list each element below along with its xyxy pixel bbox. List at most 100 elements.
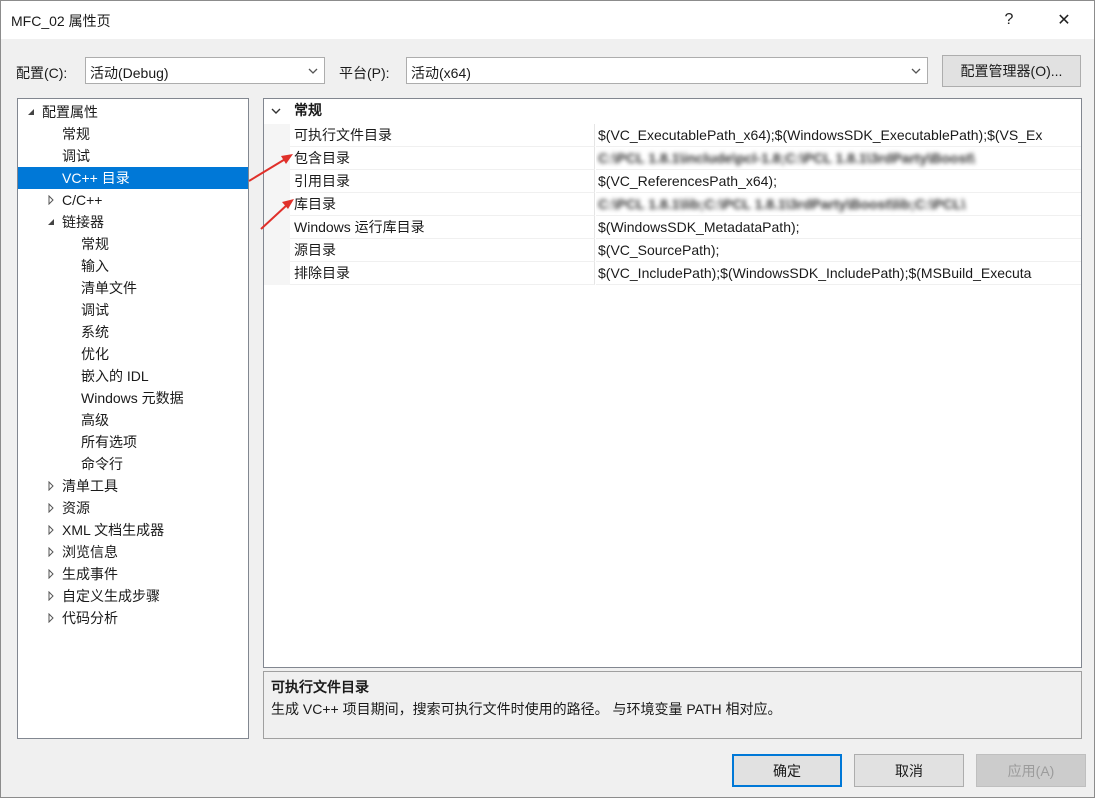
collapsed-triangle-icon[interactable] [46,481,56,491]
tree-item[interactable]: 调试 [18,299,248,321]
tree-item[interactable]: Windows 元数据 [18,387,248,409]
property-value[interactable]: $(VC_IncludePath);$(WindowsSDK_IncludePa… [596,262,1081,285]
tree-item-label: 优化 [81,346,109,362]
config-dropdown-value: 活动(Debug) [90,65,169,81]
property-name: 库目录 [290,193,595,216]
tree-item[interactable]: 链接器 [18,211,248,233]
tree-item-label: 所有选项 [81,434,137,450]
tree-item[interactable]: 所有选项 [18,431,248,453]
tree-item[interactable]: C/C++ [18,189,248,211]
tree-item[interactable]: 配置属性 [18,101,248,123]
config-manager-button[interactable]: 配置管理器(O)... [942,55,1081,87]
tree-item[interactable]: XML 文档生成器 [18,519,248,541]
tree-item[interactable]: 代码分析 [18,607,248,629]
chevron-down-icon [911,68,921,74]
tree-item[interactable]: 高级 [18,409,248,431]
tree-item-label: 浏览信息 [62,544,118,560]
config-label: 配置(C): [16,65,68,81]
expanded-triangle-icon[interactable] [46,217,56,227]
row-gutter [264,193,290,216]
tree-item[interactable]: VC++ 目录 [18,167,248,189]
tree-item-label: XML 文档生成器 [62,522,165,538]
tree-item-label: VC++ 目录 [62,170,130,186]
property-row[interactable]: 库目录 C:\PCL 1.8.1\lib;C:\PCL 1.8.1\3rdPart… [264,193,1081,216]
property-tree[interactable]: 配置属性 常规 调试 VC++ 目录 C/C++ 链接器 常规 输入 清单文件 调试 系统 优化 嵌入的… [17,98,249,739]
tree-item[interactable]: 浏览信息 [18,541,248,563]
tree-item[interactable]: 系统 [18,321,248,343]
tree-item-label: 生成事件 [62,566,118,582]
title-bar: MFC_02 属性页 ? ✕ [1,1,1094,39]
tree-item-label: 常规 [62,126,90,142]
category-label: 常规 [294,102,322,118]
close-button[interactable]: ✕ [1041,1,1087,39]
platform-label: 平台(P): [339,65,390,81]
property-row[interactable]: 包含目录 C:\PCL 1.8.1\include\pcl-1.8;C:\PCL … [264,147,1081,170]
collapsed-triangle-icon[interactable] [46,569,56,579]
property-row[interactable]: 可执行文件目录 $(VC_ExecutablePath_x64);$(Window… [264,124,1081,147]
property-name: 可执行文件目录 [290,124,595,147]
property-name: Windows 运行库目录 [290,216,595,239]
tree-item[interactable]: 清单工具 [18,475,248,497]
property-grid[interactable]: 常规 可执行文件目录 $(VC_ExecutablePath_x64);$(Win… [263,98,1082,668]
collapsed-triangle-icon[interactable] [46,195,56,205]
collapsed-triangle-icon[interactable] [46,525,56,535]
property-row[interactable]: 源目录 $(VC_SourcePath); [264,239,1081,262]
platform-dropdown-value: 活动(x64) [411,65,471,81]
tree-item-label: 系统 [81,324,109,340]
tree-item-label: Windows 元数据 [81,390,184,406]
property-pages-dialog: MFC_02 属性页 ? ✕ 配置(C): 活动(Debug) 平台(P): 活… [0,0,1095,798]
tree-item[interactable]: 自定义生成步骤 [18,585,248,607]
chevron-down-icon[interactable] [271,106,281,116]
tree-item-label: 清单文件 [81,280,137,296]
tree-item[interactable]: 生成事件 [18,563,248,585]
property-value[interactable]: $(VC_ExecutablePath_x64);$(WindowsSDK_Ex… [596,124,1081,147]
tree-item-label: C/C++ [62,192,103,208]
property-value[interactable]: $(WindowsSDK_MetadataPath); [596,216,1081,239]
tree-item[interactable]: 调试 [18,145,248,167]
tree-item-label: 高级 [81,412,109,428]
tree-item[interactable]: 嵌入的 IDL [18,365,248,387]
redacted-value: C:\PCL 1.8.1\lib;C:\PCL 1.8.1\3rdParty\B… [598,196,966,212]
tree-item[interactable]: 输入 [18,255,248,277]
property-value[interactable]: C:\PCL 1.8.1\lib;C:\PCL 1.8.1\3rdParty\B… [596,193,1081,216]
collapsed-triangle-icon[interactable] [46,613,56,623]
redacted-value: C:\PCL 1.8.1\include\pcl-1.8;C:\PCL 1.8.… [598,150,975,166]
help-button[interactable]: ? [986,1,1032,39]
property-value[interactable]: $(VC_SourcePath); [596,239,1081,262]
platform-dropdown[interactable]: 活动(x64) [406,57,928,84]
description-text: 生成 VC++ 项目期间，搜索可执行文件时使用的路径。 与环境变量 PATH 相… [271,701,782,717]
tree-item-label: 嵌入的 IDL [81,368,149,384]
collapsed-triangle-icon[interactable] [46,591,56,601]
property-row[interactable]: Windows 运行库目录 $(WindowsSDK_MetadataPath); [264,216,1081,239]
property-name: 源目录 [290,239,595,262]
collapsed-triangle-icon[interactable] [46,503,56,513]
tree-item-label: 输入 [81,258,109,274]
ok-button[interactable]: 确定 [732,754,842,787]
close-icon: ✕ [1057,12,1071,29]
tree-item[interactable]: 命令行 [18,453,248,475]
tree-item[interactable]: 常规 [18,233,248,255]
cancel-button[interactable]: 取消 [854,754,964,787]
collapsed-triangle-icon[interactable] [46,547,56,557]
help-icon: ? [1004,11,1014,28]
property-value[interactable]: $(VC_ReferencesPath_x64); [596,170,1081,193]
property-row[interactable]: 引用目录 $(VC_ReferencesPath_x64); [264,170,1081,193]
tree-item-label: 链接器 [62,214,104,230]
category-row[interactable]: 常规 [264,99,1081,122]
property-row[interactable]: 排除目录 $(VC_IncludePath);$(WindowsSDK_Inclu… [264,262,1081,285]
tree-item-label: 代码分析 [62,610,118,626]
apply-button[interactable]: 应用(A) [976,754,1086,787]
tree-item[interactable]: 资源 [18,497,248,519]
property-name: 包含目录 [290,147,595,170]
property-name: 引用目录 [290,170,595,193]
row-gutter [264,216,290,239]
tree-item-label: 清单工具 [62,478,118,494]
config-dropdown[interactable]: 活动(Debug) [85,57,325,84]
property-value[interactable]: C:\PCL 1.8.1\include\pcl-1.8;C:\PCL 1.8.… [596,147,1081,170]
expanded-triangle-icon[interactable] [26,107,36,117]
tree-item[interactable]: 优化 [18,343,248,365]
tree-item[interactable]: 清单文件 [18,277,248,299]
tree-item-label: 调试 [62,148,90,164]
row-gutter [264,262,290,285]
tree-item[interactable]: 常规 [18,123,248,145]
